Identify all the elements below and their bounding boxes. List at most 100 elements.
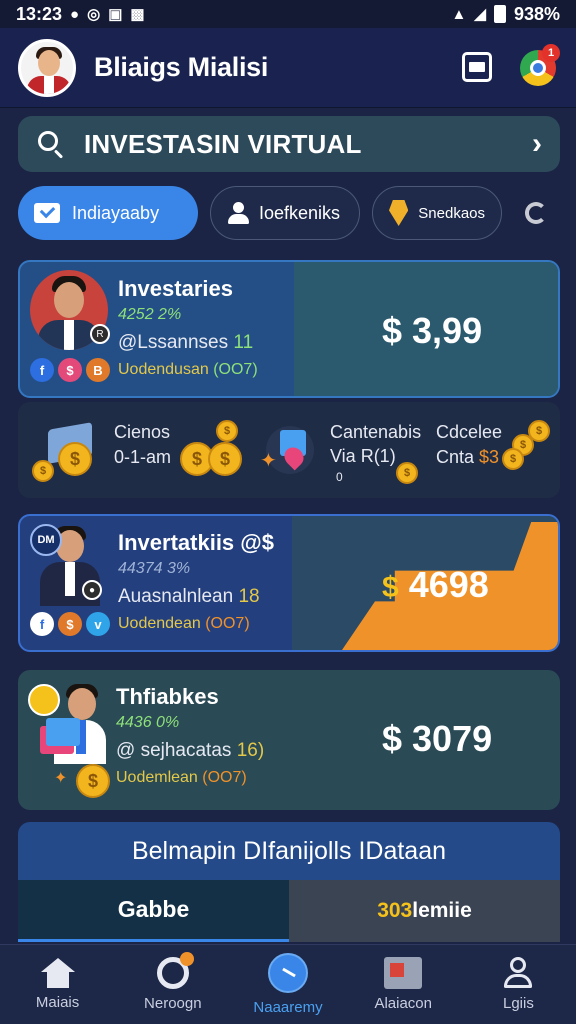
status-time: 13:23: [16, 3, 63, 24]
nav-item-notifications[interactable]: Neroogn: [115, 945, 230, 1024]
more-icon: [525, 202, 547, 224]
filter-chip-label: Indiayaaby: [72, 202, 160, 223]
reward-item-1[interactable]: Cienos 0-1-am: [114, 420, 171, 470]
news-icon: [384, 957, 423, 989]
wifi-icon: ▲: [451, 5, 467, 23]
nav-item-activity[interactable]: Naaaremy: [230, 945, 345, 1024]
dollar-icon[interactable]: $: [58, 358, 82, 382]
facebook-icon[interactable]: f: [30, 358, 54, 382]
filter-more-button[interactable]: [512, 186, 560, 240]
filter-chip-label: Snedkaos: [418, 204, 485, 222]
card-subtitle-text: @ sejhacatas: [116, 740, 232, 761]
reward-item-3[interactable]: Cdcelee Cnta $3: [436, 420, 502, 470]
card-footer-text: Uodendusan: [118, 361, 209, 378]
filter-chip-2[interactable]: Ioefkeniks: [210, 186, 360, 240]
card-subtitle: @ sejhacatas 16): [116, 740, 264, 762]
reward-item-sub: Cnta: [436, 447, 475, 468]
pin-icon: ●: [70, 5, 80, 23]
nav-label: Alaiacon: [374, 995, 432, 1012]
battery-icon: [493, 5, 506, 23]
search-bar[interactable]: INVESTASIN VIRTUAL ›: [18, 116, 560, 172]
card-amount: $ 3079: [382, 718, 493, 759]
cast-icon: ▣: [108, 5, 123, 23]
window-icon: [469, 62, 485, 72]
filter-chip-3[interactable]: Snedkaos: [372, 186, 502, 240]
card-title: Invertatkiis @$: [118, 530, 274, 555]
nav-item-home[interactable]: Maiais: [0, 945, 115, 1024]
card-subtitle-value: 16): [236, 740, 265, 761]
summary-title: Belmapin DIfanijolls IDataan: [131, 836, 447, 865]
card-footer: Uodemlean (OO7): [116, 769, 247, 787]
nav-item-profile[interactable]: Lgiis: [461, 945, 576, 1024]
alarm-icon: ◎: [87, 5, 101, 23]
investment-card-1[interactable]: R Investaries 4252 2% @Lssannses 11 f $ …: [18, 260, 560, 398]
profile-icon: [502, 957, 534, 989]
mail-icon: [34, 203, 60, 223]
coin-icon: $: [216, 420, 238, 442]
coin-icon: $: [32, 460, 54, 482]
card-subtitle-text: Auasnalnlean: [118, 586, 234, 607]
card-footer-count: (OO7): [202, 769, 247, 786]
reward-item-title: Cantenabis: [330, 422, 422, 442]
nav-label: Neroogn: [144, 995, 202, 1012]
card-amount: $ 3,99: [382, 310, 483, 351]
summary-panel: Belmapin DIfanijolls IDataan Gabbe 303 l…: [18, 822, 560, 942]
verified-icon: R: [90, 324, 110, 344]
sparkle-icon: ✦: [260, 450, 277, 472]
search-label: INVESTASIN VIRTUAL: [84, 128, 362, 159]
twitter-icon[interactable]: v: [86, 612, 110, 636]
card-amount-value: 4698: [408, 564, 489, 605]
summary-tab-left[interactable]: Gabbe: [18, 880, 289, 942]
card-footer-text: Uodendean: [118, 615, 201, 632]
app-title: Bliaigs Mialisi: [94, 52, 269, 82]
nav-label: Maiais: [35, 994, 80, 1011]
verified-icon: ●: [82, 580, 102, 600]
investment-card-2[interactable]: DM ● Invertatkiis @$ 44374 3% Auasnalnle…: [18, 514, 560, 652]
sparkle-icon: ✦: [54, 770, 68, 787]
browser-icon: [530, 60, 546, 76]
card-amount: $ 4698: [382, 564, 489, 606]
image-icon: ▩: [130, 5, 145, 23]
filter-chip-label: Ioefkeniks: [259, 202, 341, 223]
card-subtitle: @Lssannses 11: [118, 332, 253, 354]
summary-tab-right[interactable]: 303 lemiie: [289, 880, 560, 942]
brand-logo-icon: DM: [30, 524, 62, 556]
coin-icon: $: [76, 764, 110, 798]
chevron-right-icon[interactable]: ›: [532, 127, 542, 161]
card-percent: 4436 0%: [116, 714, 180, 731]
card-subtitle-value: 18: [238, 586, 260, 607]
card-percent: 4252 2%: [118, 306, 182, 323]
browser-button[interactable]: 1: [520, 44, 560, 86]
facebook-icon[interactable]: f: [30, 612, 54, 636]
bottom-nav: Maiais Neroogn Naaaremy Alaiacon Lgiis: [0, 944, 576, 1024]
coin-icon: $: [58, 442, 92, 476]
home-icon: [40, 958, 75, 988]
card-footer-count: (OO7): [213, 361, 258, 378]
nav-item-news[interactable]: Alaiacon: [346, 945, 461, 1024]
coin-icon: $: [396, 462, 418, 484]
card-subtitle: Auasnalnlean 18: [118, 586, 260, 608]
card-subtitle-text: @Lssannses: [118, 332, 229, 353]
card-subtitle-value: 11: [233, 332, 254, 353]
bitcoin-icon[interactable]: B: [86, 358, 110, 382]
dollar-icon[interactable]: $: [58, 612, 82, 636]
nav-label: Lgiis: [502, 995, 534, 1012]
filter-chip-1[interactable]: Indiayaaby: [18, 186, 198, 240]
card-footer: Uodendusan (OO7): [118, 361, 258, 379]
signal-icon: ◢: [474, 5, 486, 23]
card-percent: 44374 3%: [118, 560, 191, 577]
nav-label: Naaaremy: [253, 999, 323, 1016]
window-button[interactable]: [462, 52, 492, 82]
reward-item-title: Cienos: [114, 422, 171, 442]
clock-icon: [268, 953, 308, 993]
app-header: Bliaigs Mialisi 1: [0, 28, 576, 108]
coin-icon: $: [502, 448, 524, 470]
battery-percent: 938%: [513, 3, 560, 24]
search-icon: [36, 129, 66, 159]
target-icon: [156, 952, 194, 989]
investment-card-3[interactable]: $ ✦ Thfiabkes 4436 0% @ sejhacatas 16) U…: [18, 670, 560, 810]
notification-badge: 1: [542, 44, 560, 62]
avatar[interactable]: [18, 38, 76, 97]
documents-icon: [40, 718, 80, 754]
user-icon: [227, 202, 249, 224]
